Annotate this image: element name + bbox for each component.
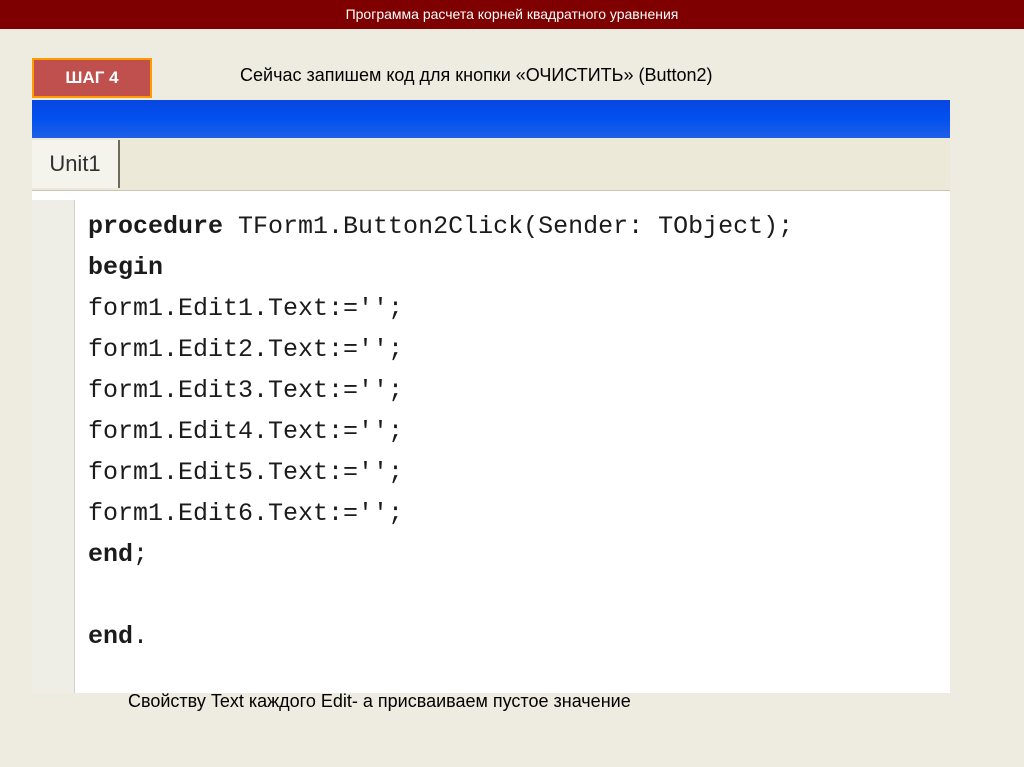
code-keyword: end [88, 540, 134, 569]
code-text: form1.Edit1.Text:=''; [88, 294, 404, 323]
code-keyword: end [88, 622, 134, 651]
code-text: form1.Edit6.Text:=''; [88, 499, 404, 528]
code-keyword: begin [88, 253, 164, 282]
editor-title-bar [32, 100, 950, 138]
code-line: procedure TForm1.Button2Click(Sender: TO… [88, 206, 793, 247]
code-text: ; [133, 540, 149, 569]
code-line: end; [88, 534, 793, 575]
code-line: form1.Edit1.Text:=''; [88, 288, 793, 329]
step-badge: ШАГ 4 [32, 58, 152, 98]
code-keyword: procedure [88, 212, 224, 241]
code-line: form1.Edit3.Text:=''; [88, 370, 793, 411]
code-area[interactable]: procedure TForm1.Button2Click(Sender: TO… [88, 206, 793, 657]
code-line: end. [88, 616, 793, 657]
code-editor-screenshot: Unit1 procedure TForm1.Button2Click(Send… [32, 100, 950, 693]
slide-caption: Свойству Text каждого Edit- а присваивае… [128, 691, 631, 711]
step-heading: Сейчас запишем код для кнопки «ОЧИСТИТЬ»… [240, 65, 713, 85]
editor-gutter [32, 200, 75, 693]
slide-title: Программа расчета корней квадратного ура… [0, 0, 1024, 29]
code-line: form1.Edit5.Text:=''; [88, 452, 793, 493]
code-text: form1.Edit2.Text:=''; [88, 335, 404, 364]
tab-unit1-label: Unit1 [49, 151, 101, 176]
code-text: form1.Edit4.Text:=''; [88, 417, 404, 446]
code-line: begin [88, 247, 793, 288]
tab-unit1[interactable]: Unit1 [32, 140, 120, 188]
code-text: form1.Edit3.Text:=''; [88, 376, 404, 405]
code-line: form1.Edit2.Text:=''; [88, 329, 793, 370]
code-line: form1.Edit6.Text:=''; [88, 493, 793, 534]
step-label: ШАГ 4 [65, 68, 119, 87]
editor-tab-strip: Unit1 [32, 138, 950, 191]
code-text: form1.Edit5.Text:=''; [88, 458, 404, 487]
code-text: . [133, 622, 149, 651]
code-line: form1.Edit4.Text:=''; [88, 411, 793, 452]
code-text: TForm1.Button2Click(Sender: TObject); [223, 212, 794, 241]
